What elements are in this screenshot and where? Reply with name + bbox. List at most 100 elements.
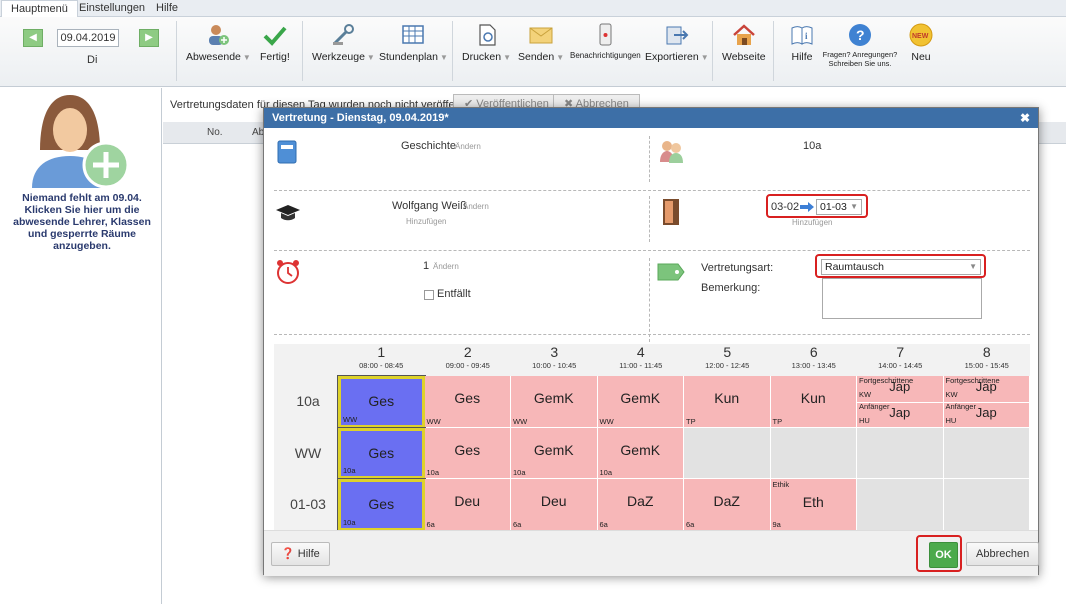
period-header: 5 12:00 - 12:45 bbox=[684, 344, 771, 376]
ok-button[interactable]: OK bbox=[929, 542, 958, 568]
export-icon bbox=[666, 26, 689, 45]
empty-cell[interactable] bbox=[943, 427, 1030, 479]
fertig-button[interactable]: Fertig! bbox=[260, 23, 290, 63]
werkzeuge-button[interactable]: Werkzeuge ▼ bbox=[312, 23, 375, 63]
empty-cell[interactable] bbox=[943, 479, 1030, 530]
timetable-grid: 1 08:00 - 08:45 2 09:00 - 09:45 3 10:00 - 10:… bbox=[274, 344, 1030, 530]
remark-label: Bemerkung: bbox=[701, 282, 761, 294]
lesson-detail: WW bbox=[426, 416, 441, 426]
next-day-button[interactable]: ▶ bbox=[139, 29, 159, 47]
period-number: 4 bbox=[636, 344, 645, 360]
lesson-cell[interactable]: Kun TP bbox=[770, 376, 857, 428]
lesson-cell[interactable]: GemK 10a bbox=[597, 427, 684, 479]
teacher-add-link[interactable]: Hinzufügen bbox=[406, 217, 446, 226]
cell-divider bbox=[943, 401, 1029, 403]
lesson-subject: Kun bbox=[800, 390, 826, 406]
period-header: 7 14:00 - 14:45 bbox=[857, 344, 944, 376]
graduation-cap-icon bbox=[276, 205, 300, 221]
period-number: 2 bbox=[463, 344, 472, 360]
period-number: 1 bbox=[377, 344, 386, 360]
book-icon bbox=[277, 140, 297, 164]
lesson-detail: TP bbox=[686, 416, 696, 426]
envelope-icon bbox=[529, 27, 553, 44]
empty-cell[interactable] bbox=[684, 427, 771, 479]
webseite-button[interactable]: Webseite bbox=[722, 23, 766, 63]
lesson-cell[interactable]: Ges WW bbox=[424, 376, 511, 428]
room-add-link[interactable]: Hinzufügen bbox=[792, 218, 832, 227]
senden-button[interactable]: Senden ▼ bbox=[518, 23, 564, 63]
weekday-label: Di bbox=[87, 54, 98, 66]
lesson-subject: Ges bbox=[368, 444, 395, 461]
period-time: 11:00 - 11:45 bbox=[619, 361, 663, 370]
period-header: 2 09:00 - 09:45 bbox=[425, 344, 512, 376]
cancel-button[interactable]: Abbrechen bbox=[966, 542, 1040, 566]
teacher-value: Wolfgang Weiß bbox=[392, 200, 467, 212]
lesson-subject: DaZ bbox=[627, 493, 654, 509]
lesson-detail: 9a bbox=[772, 519, 781, 529]
lesson-cell[interactable]: Ges WW bbox=[337, 375, 426, 429]
period-value: 1 bbox=[423, 260, 430, 272]
empty-cell[interactable]: Fortgeschrittene Jap KW Anfänger Jap HU bbox=[857, 376, 944, 428]
tab-hilfe[interactable]: Hilfe bbox=[147, 0, 187, 17]
empty-cell[interactable]: Fortgeschrittene Jap KW Anfänger Jap HU bbox=[943, 376, 1030, 428]
lesson-cell[interactable]: GemK WW bbox=[597, 376, 684, 428]
absent-panel[interactable]: Niemand fehlt am 09.04. Klicken Sie hier… bbox=[0, 88, 162, 604]
period-change-link[interactable]: Ändern bbox=[433, 262, 459, 271]
room-to-select[interactable]: 01-03 ▼ bbox=[816, 199, 862, 215]
person-add-icon bbox=[32, 95, 130, 189]
lesson-detail: 10a bbox=[599, 468, 613, 477]
remark-input[interactable] bbox=[822, 278, 982, 319]
feedback-button[interactable]: ? Fragen? Anregungen? Schreiben Sie uns. bbox=[816, 23, 904, 68]
exportieren-button[interactable]: Exportieren ▼ bbox=[645, 23, 709, 63]
lesson-cell[interactable]: Ges 10a bbox=[424, 427, 511, 479]
col-no[interactable]: No. bbox=[207, 127, 223, 138]
lesson-detail: WW bbox=[343, 414, 358, 424]
empty-cell[interactable] bbox=[857, 427, 944, 479]
period-time: 10:00 - 10:45 bbox=[532, 361, 577, 370]
lesson-cell[interactable]: DaZ 6a bbox=[684, 479, 771, 530]
tab-hauptmenue[interactable]: Hauptmenü bbox=[1, 0, 78, 18]
lesson-cell[interactable]: Kun TP bbox=[684, 376, 771, 428]
prev-day-button[interactable]: ◀ bbox=[23, 29, 43, 47]
lesson-cell[interactable]: DaZ 6a bbox=[597, 479, 684, 530]
lesson-cell[interactable]: GemK WW bbox=[511, 376, 598, 428]
type-label: Vertretungsart: bbox=[701, 262, 774, 274]
lesson-detail: WW bbox=[599, 416, 614, 426]
alarm-clock-icon bbox=[277, 260, 299, 284]
benachrichtigungen-button[interactable]: Benachrichtigungen bbox=[570, 23, 641, 60]
lesson-cell[interactable]: Ges 10a bbox=[337, 478, 426, 530]
lesson-subject: Ges bbox=[454, 390, 481, 406]
lesson-subject: DaZ bbox=[713, 493, 740, 509]
lesson-cell[interactable]: Deu 6a bbox=[424, 479, 511, 530]
hilfe-button[interactable]: i Hilfe bbox=[789, 23, 815, 63]
neu-button[interactable]: NEW Neu bbox=[908, 23, 934, 63]
period-number: 3 bbox=[550, 344, 559, 360]
tab-einstellungen[interactable]: Einstellungen bbox=[70, 0, 154, 17]
cancelled-checkbox[interactable] bbox=[424, 290, 434, 300]
door-icon bbox=[663, 199, 679, 225]
person-add-icon bbox=[209, 25, 230, 45]
lesson-subject: Eth bbox=[802, 494, 824, 510]
lesson-cell[interactable]: Deu 6a bbox=[511, 479, 598, 530]
lesson-cell[interactable]: Eth 9a Ethik bbox=[770, 479, 857, 530]
teacher-change-link[interactable]: Ändern bbox=[463, 202, 489, 211]
print-preview-icon bbox=[478, 24, 496, 46]
date-field[interactable]: 09.04.2019 bbox=[57, 29, 119, 47]
no-absence-message[interactable]: Niemand fehlt am 09.04. Klicken Sie hier… bbox=[8, 192, 156, 252]
teacher-row-label: WW bbox=[294, 444, 322, 461]
lesson-cell[interactable]: Ges 10a bbox=[337, 426, 426, 480]
timetable-icon bbox=[402, 25, 425, 44]
abwesende-button[interactable]: Abwesende ▼ bbox=[186, 23, 251, 63]
empty-cell[interactable] bbox=[857, 479, 944, 530]
period-number: 5 bbox=[723, 344, 732, 360]
empty-cell[interactable] bbox=[770, 427, 857, 479]
subject-change-link[interactable]: Ändern bbox=[455, 142, 481, 151]
period-time: 08:00 - 08:45 bbox=[359, 361, 404, 370]
lesson-detail: KW bbox=[859, 390, 872, 399]
close-icon[interactable]: ✖ bbox=[1020, 108, 1030, 128]
type-select[interactable]: Raumtausch ▼ bbox=[821, 259, 981, 275]
lesson-cell[interactable]: GemK 10a bbox=[511, 427, 598, 479]
help-button[interactable]: ❓ Hilfe bbox=[271, 542, 330, 566]
drucken-button[interactable]: Drucken ▼ bbox=[462, 23, 511, 63]
stundenplan-button[interactable]: Stundenplan ▼ bbox=[379, 23, 448, 63]
